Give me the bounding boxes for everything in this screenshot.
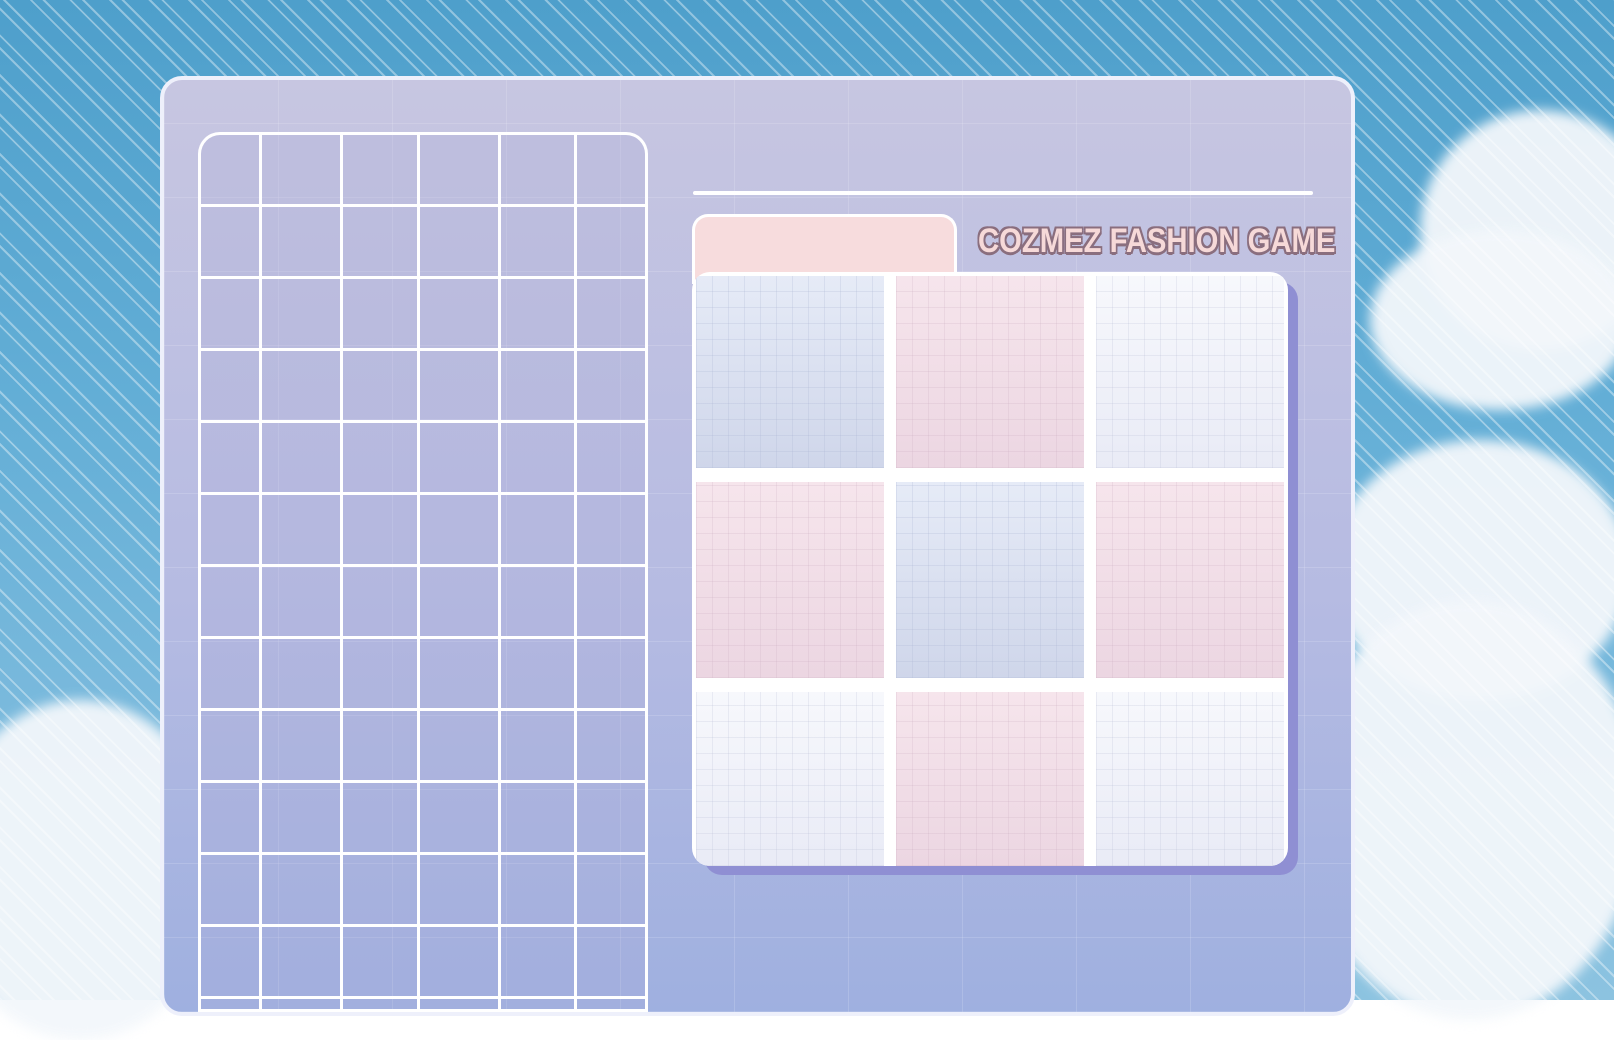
inventory-slot[interactable] <box>262 639 343 711</box>
inventory-slot[interactable] <box>420 711 501 783</box>
inventory-slot[interactable] <box>420 495 501 567</box>
inventory-slot[interactable] <box>501 999 577 1012</box>
inventory-slot[interactable] <box>343 639 420 711</box>
inventory-slot[interactable] <box>501 567 577 639</box>
inventory-slot[interactable] <box>201 927 262 999</box>
inventory-slot[interactable] <box>262 711 343 783</box>
inventory-slot[interactable] <box>201 711 262 783</box>
outfit-slot[interactable] <box>896 276 1084 468</box>
inventory-slot[interactable] <box>501 927 577 999</box>
outfit-slot[interactable] <box>1096 276 1284 468</box>
inventory-slot[interactable] <box>262 423 343 495</box>
inventory-slot[interactable] <box>343 999 420 1012</box>
inventory-grid <box>198 132 648 1012</box>
title-underline <box>693 191 1313 195</box>
inventory-slot[interactable] <box>343 351 420 423</box>
outfit-slot[interactable] <box>1096 692 1284 866</box>
outfit-slot[interactable] <box>696 276 884 468</box>
inventory-slot[interactable] <box>577 855 645 927</box>
inventory-slot[interactable] <box>262 207 343 279</box>
inventory-slot[interactable] <box>501 711 577 783</box>
inventory-slot[interactable] <box>262 855 343 927</box>
inventory-slot[interactable] <box>420 639 501 711</box>
inventory-slot[interactable] <box>501 207 577 279</box>
inventory-slot[interactable] <box>420 207 501 279</box>
game-title: COZMEZ FASHION GAME <box>978 222 1336 260</box>
inventory-slot[interactable] <box>262 999 343 1012</box>
inventory-slot[interactable] <box>501 495 577 567</box>
inventory-slot[interactable] <box>577 495 645 567</box>
inventory-slot[interactable] <box>343 207 420 279</box>
inventory-slot[interactable] <box>262 783 343 855</box>
inventory-slot[interactable] <box>201 783 262 855</box>
inventory-slot[interactable] <box>577 639 645 711</box>
inventory-slot[interactable] <box>201 207 262 279</box>
inventory-slot[interactable] <box>343 783 420 855</box>
inventory-slot[interactable] <box>201 279 262 351</box>
outfit-panel <box>692 272 1288 866</box>
inventory-slot[interactable] <box>501 135 577 207</box>
inventory-slot[interactable] <box>343 495 420 567</box>
inventory-slot[interactable] <box>201 855 262 927</box>
inventory-slot[interactable] <box>262 135 343 207</box>
inventory-slot[interactable] <box>343 855 420 927</box>
inventory-slot[interactable] <box>420 927 501 999</box>
inventory-slot[interactable] <box>577 711 645 783</box>
inventory-slot[interactable] <box>420 135 501 207</box>
inventory-slot[interactable] <box>201 999 262 1012</box>
inventory-slot[interactable] <box>201 423 262 495</box>
inventory-slot[interactable] <box>201 495 262 567</box>
inventory-slot[interactable] <box>577 207 645 279</box>
inventory-slot[interactable] <box>343 135 420 207</box>
inventory-slot[interactable] <box>420 783 501 855</box>
inventory-slot[interactable] <box>343 423 420 495</box>
inventory-slot[interactable] <box>201 639 262 711</box>
inventory-slot[interactable] <box>343 711 420 783</box>
inventory-slot[interactable] <box>420 999 501 1012</box>
outfit-slot[interactable] <box>1096 482 1284 678</box>
inventory-slot[interactable] <box>501 423 577 495</box>
inventory-slot[interactable] <box>343 279 420 351</box>
inventory-slot[interactable] <box>343 567 420 639</box>
inventory-slot[interactable] <box>420 279 501 351</box>
inventory-slot[interactable] <box>577 927 645 999</box>
inventory-slot[interactable] <box>577 783 645 855</box>
inventory-slot[interactable] <box>577 423 645 495</box>
outfit-slot[interactable] <box>896 692 1084 866</box>
inventory-slot[interactable] <box>577 135 645 207</box>
inventory-slot[interactable] <box>501 639 577 711</box>
inventory-slot[interactable] <box>262 567 343 639</box>
outfit-slot[interactable] <box>696 482 884 678</box>
inventory-slot[interactable] <box>577 999 645 1012</box>
outfit-slot[interactable] <box>696 692 884 866</box>
inventory-slot[interactable] <box>420 351 501 423</box>
inventory-slot[interactable] <box>420 423 501 495</box>
inventory-slot[interactable] <box>262 927 343 999</box>
inventory-slot[interactable] <box>262 495 343 567</box>
inventory-slot[interactable] <box>501 279 577 351</box>
inventory-slot[interactable] <box>501 855 577 927</box>
outfit-slot[interactable] <box>896 482 1084 678</box>
inventory-slot[interactable] <box>262 351 343 423</box>
inventory-slot[interactable] <box>420 567 501 639</box>
inventory-slot[interactable] <box>420 855 501 927</box>
inventory-slot[interactable] <box>201 567 262 639</box>
inventory-slot[interactable] <box>501 783 577 855</box>
inventory-slot[interactable] <box>577 351 645 423</box>
inventory-slot[interactable] <box>262 279 343 351</box>
inventory-slot[interactable] <box>577 567 645 639</box>
inventory-slot[interactable] <box>201 351 262 423</box>
inventory-slot[interactable] <box>501 351 577 423</box>
inventory-slot[interactable] <box>343 927 420 999</box>
inventory-slot[interactable] <box>577 279 645 351</box>
inventory-slot[interactable] <box>201 135 262 207</box>
